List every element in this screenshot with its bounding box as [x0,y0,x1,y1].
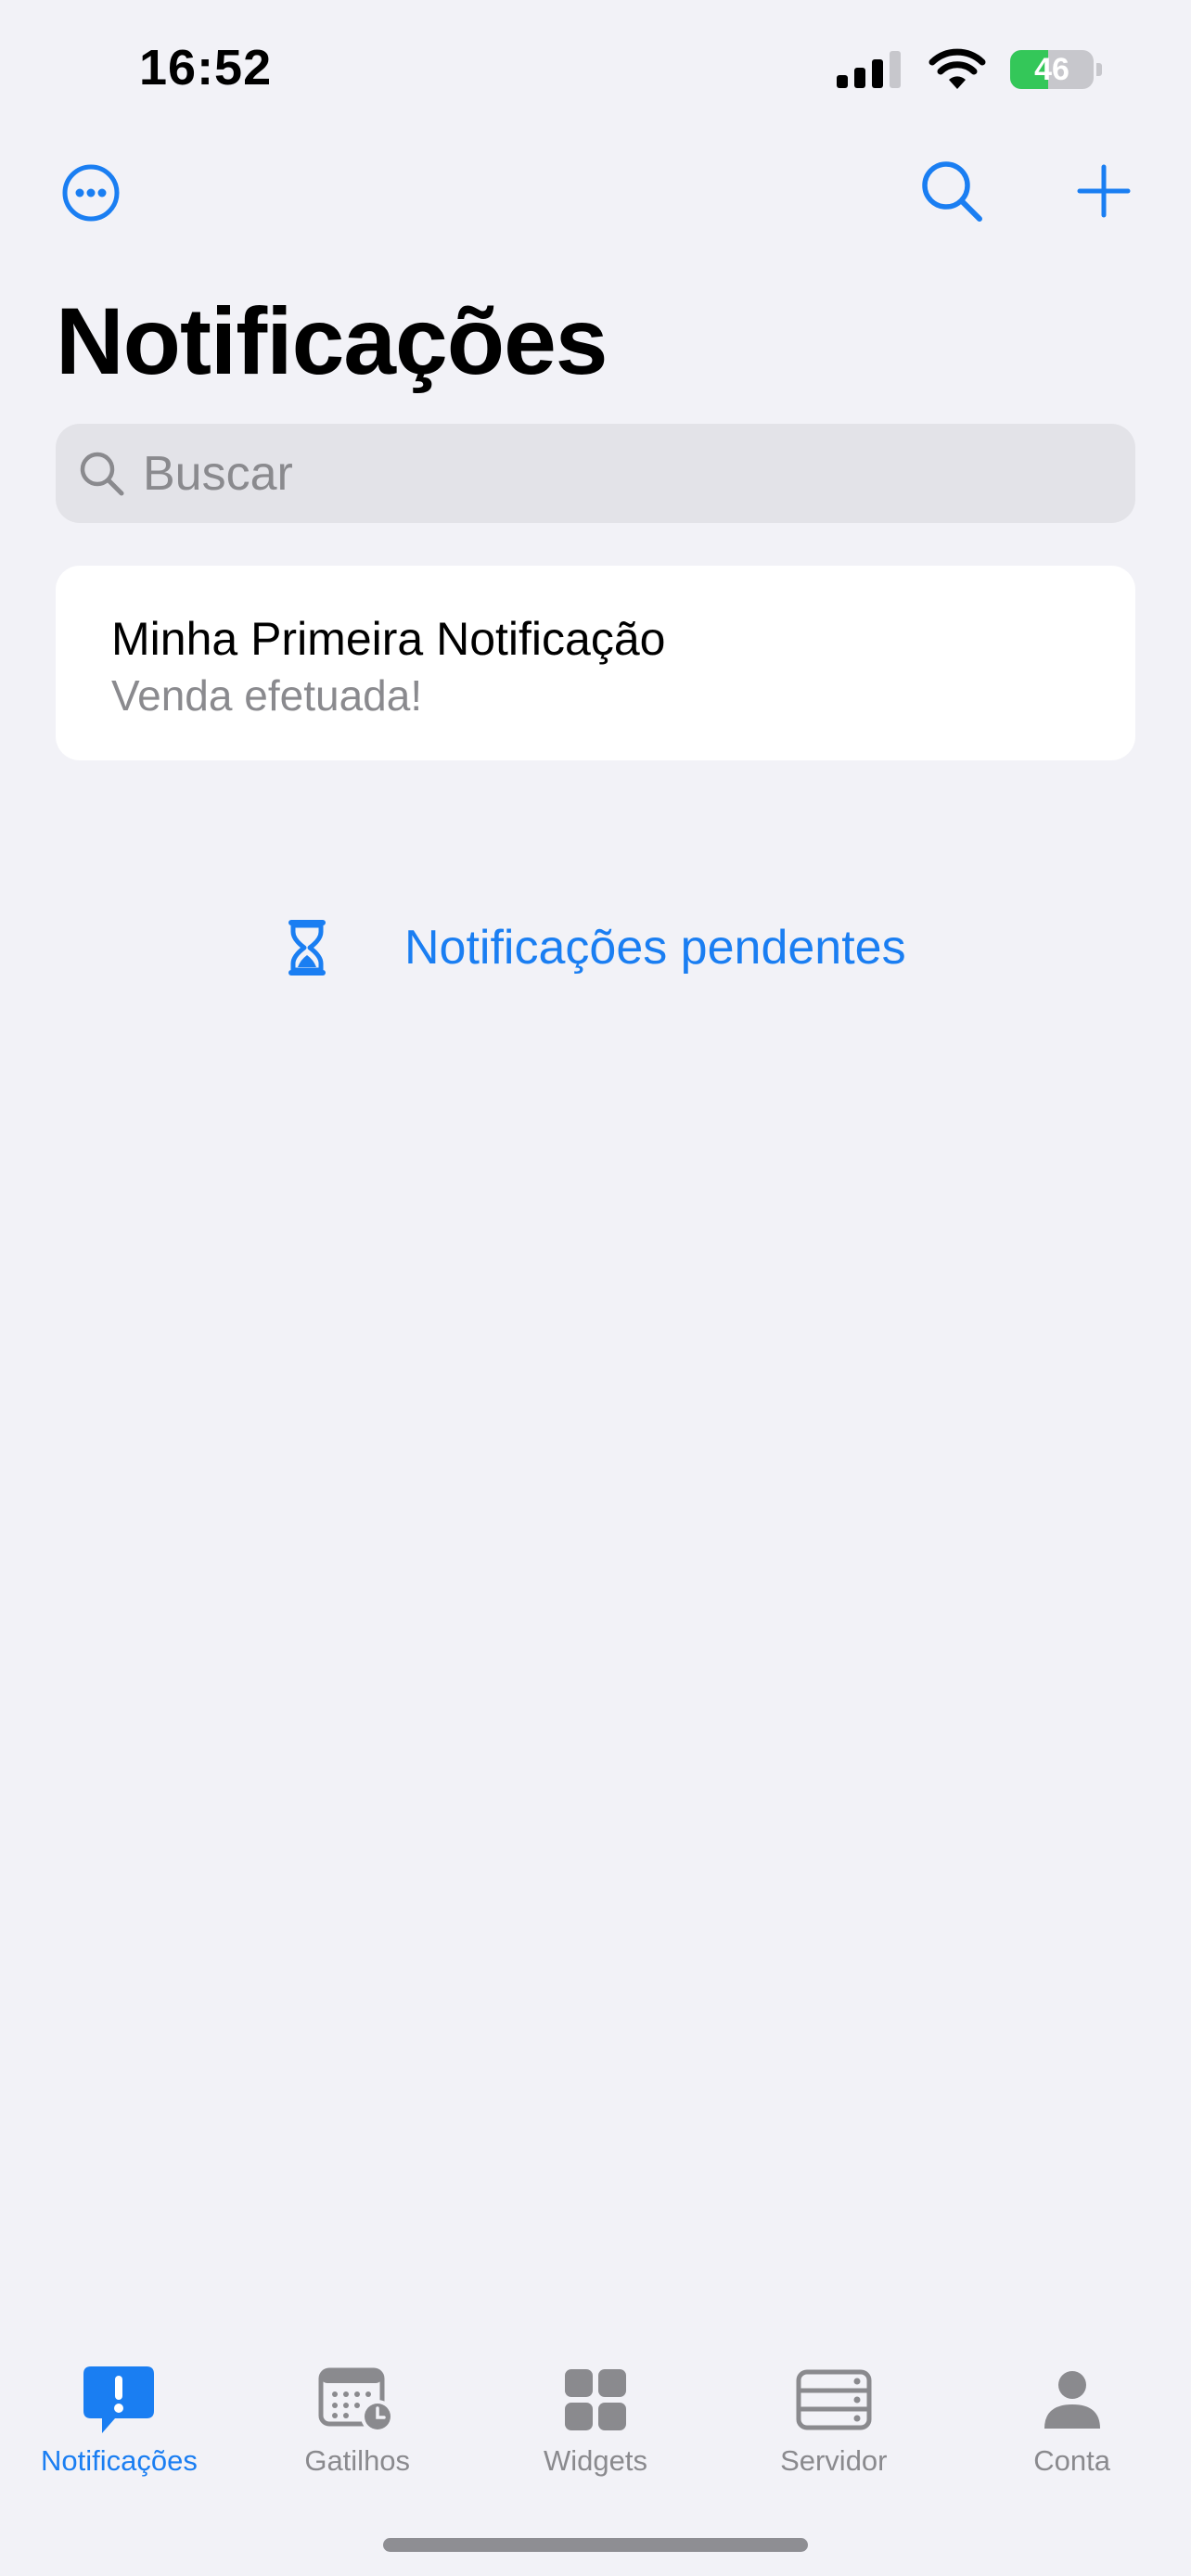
search-input[interactable] [143,445,1070,502]
home-indicator[interactable] [383,2538,808,2552]
search-icon [922,161,982,222]
tab-label: Conta [1033,2444,1110,2477]
tab-conta[interactable]: Conta [953,2337,1191,2576]
more-options-button[interactable] [61,163,121,223]
notification-subtitle: Venda efetuada! [111,671,423,720]
notification-title: Minha Primeira Notificação [111,613,666,665]
pending-notifications-button[interactable]: Notificações pendentes [288,913,906,982]
tab-label: Gatilhos [304,2444,411,2477]
search-field[interactable] [56,424,1135,523]
page-title: Notificações [56,288,608,394]
wifi-icon [928,48,986,89]
search-button[interactable] [918,158,985,224]
person-icon [1033,2365,1111,2435]
tab-label: Notificações [40,2444,198,2477]
tab-notificacoes[interactable]: Notificações [0,2337,238,2576]
tab-label: Widgets [544,2444,647,2477]
screen: 16:52 46 Notificações Buscar Minha Prime… [0,0,1191,2576]
plus-icon [1077,164,1131,218]
tab-label: Servidor [780,2444,888,2477]
battery-nub [1096,63,1102,76]
search-field-icon [80,452,124,495]
server-rack-icon [795,2365,873,2435]
add-notification-button[interactable] [1076,163,1132,219]
status-time: 16:52 [139,40,273,96]
pending-notifications-label: Notificações pendentes [404,921,906,975]
status-icons: 46 [837,45,1102,95]
notification-card[interactable]: Minha Primeira Notificação Venda efetuad… [56,566,1135,760]
exclamation-bubble-icon [80,2365,158,2435]
battery-percent: 46 [1034,51,1069,87]
calendar-clock-icon [318,2365,396,2435]
cellular-signal-icon [837,51,901,88]
grid-icon [557,2365,634,2435]
battery-icon: 46 [1010,50,1094,89]
hourglass-icon [288,920,326,976]
ellipsis-circle-icon [62,164,120,222]
